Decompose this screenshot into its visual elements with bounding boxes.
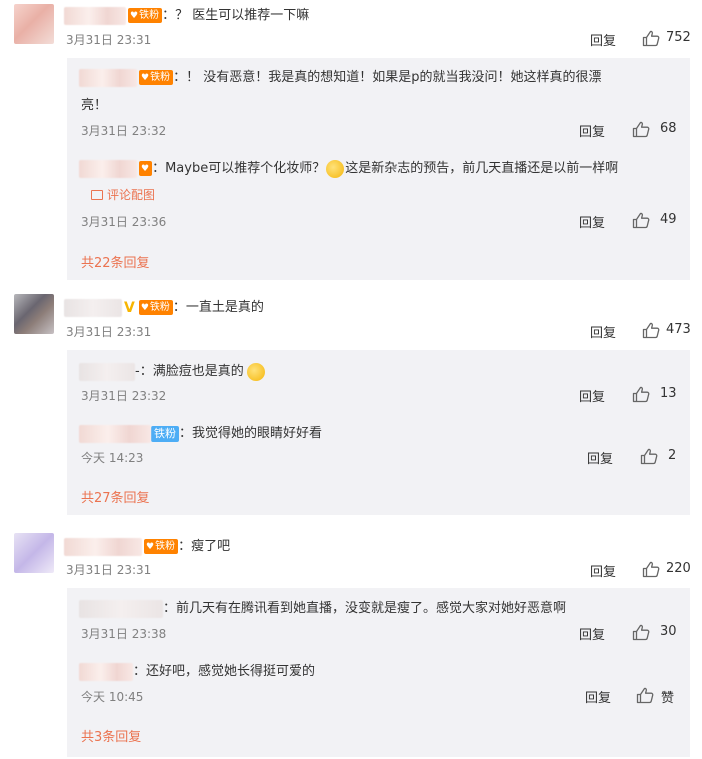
username[interactable] <box>64 6 126 25</box>
fan-badge[interactable]: ♥铁粉 <box>138 300 173 315</box>
reply-text: ：前几天有在腾讯看到她直播，没变就是瘦了。感觉大家对她好恶意啊 <box>163 601 567 616</box>
username[interactable] <box>79 362 135 381</box>
replies-box: ：前几天有在腾讯看到她直播，没变就是瘦了。感觉大家对她好恶意啊 3月31日 23… <box>67 588 690 757</box>
picture-icon <box>91 190 103 200</box>
username[interactable] <box>64 537 142 556</box>
thumbs-up-icon[interactable] <box>642 561 660 578</box>
badge-label: 铁粉 <box>139 10 160 21</box>
comment-time: 3月31日 23:31 <box>66 563 152 577</box>
thumbs-up-icon[interactable] <box>640 448 658 465</box>
comment-header: V ♥铁粉 ：一直土是真的 <box>64 296 264 317</box>
more-replies-link[interactable]: 共22条回复 <box>81 252 150 271</box>
fan-badge[interactable]: ♥ <box>139 161 153 176</box>
reply-button[interactable]: 回复 <box>587 448 613 467</box>
reply-text: ：Maybe可以推荐个化妆师？ <box>152 161 326 176</box>
username[interactable] <box>79 662 133 681</box>
comment-picture-link[interactable]: 评论配图 <box>91 186 155 203</box>
more-replies-link[interactable]: 共3条回复 <box>81 726 141 745</box>
reply-header: ：前几天有在腾讯看到她直播，没变就是瘦了。感觉大家对她好恶意啊 <box>79 597 566 618</box>
reply-time: 今天 14:23 <box>81 451 144 465</box>
like-count: 68 <box>660 121 677 136</box>
fan-badge[interactable]: ♥铁粉 <box>139 70 174 85</box>
reply-text: ：！ 没有恶意！我是真的想知道！如果是p的就当我没问！她这样真的很漂 <box>173 70 602 85</box>
reply-button[interactable]: 回复 <box>579 624 605 643</box>
like-count: 30 <box>660 624 677 639</box>
comment-text: ：一直土是真的 <box>172 300 264 315</box>
avatar[interactable] <box>14 533 54 573</box>
reply-button[interactable]: 回复 <box>585 687 611 706</box>
heart-icon: ♥ <box>141 164 150 174</box>
more-replies-link[interactable]: 共27条回复 <box>81 487 150 506</box>
username[interactable] <box>79 424 151 443</box>
reply-button[interactable]: 回复 <box>579 212 605 231</box>
reply-button[interactable]: 回复 <box>590 322 616 341</box>
reply-text: ：还好吧，感觉她长得挺可爱的 <box>133 664 316 679</box>
thumbs-up-icon[interactable] <box>636 687 654 704</box>
reply-button[interactable]: 回复 <box>590 30 616 49</box>
reply-header: ♥铁粉：！ 没有恶意！我是真的想知道！如果是p的就当我没问！她这样真的很漂 <box>79 66 601 87</box>
reply-button[interactable]: 回复 <box>590 561 616 580</box>
reply-button[interactable]: 回复 <box>579 121 605 140</box>
like-count: 49 <box>660 212 677 227</box>
reply-header: 铁粉 ：我觉得她的眼睛好好看 <box>79 422 322 443</box>
reply-header: ♥ ：Maybe可以推荐个化妆师？ 这是新杂志的预告，前几天直播还是以前一样啊 <box>79 157 618 178</box>
like-count: 13 <box>660 386 677 401</box>
comment-header: ♥铁粉：？ 医生可以推荐一下嘛 <box>64 4 309 25</box>
replies-box: ♥铁粉：！ 没有恶意！我是真的想知道！如果是p的就当我没问！她这样真的很漂 亮！… <box>67 58 690 280</box>
fan-badge[interactable]: ♥铁粉 <box>144 539 179 554</box>
fan-badge[interactable]: ♥铁粉 <box>128 8 163 23</box>
v-verified-icon: V <box>124 299 135 316</box>
heart-icon: ♥ <box>130 11 139 21</box>
reply-text-2: 这是新杂志的预告，前几天直播还是以前一样啊 <box>345 161 619 176</box>
username[interactable] <box>79 159 137 178</box>
comment-time: 3月31日 23:31 <box>66 325 152 339</box>
thumbs-up-icon[interactable] <box>642 322 660 339</box>
replies-box: -：满脸痘也是真的 3月31日 23:32 回复 13 铁粉 ：我觉得她的眼睛好好… <box>67 350 690 515</box>
comment-item: V ♥铁粉 ：一直土是真的 3月31日 23:31 回复 473 -：满脸痘也是真的… <box>0 290 702 525</box>
reply-text: -：满脸痘也是真的 <box>135 364 244 379</box>
reply-time: 3月31日 23:32 <box>81 124 167 138</box>
comment-text: ：？ 医生可以推荐一下嘛 <box>162 8 310 23</box>
badge-label: 铁粉 <box>155 541 176 552</box>
avatar[interactable] <box>14 294 54 334</box>
badge-label: 铁粉 <box>149 302 170 313</box>
heart-icon: ♥ <box>146 542 155 552</box>
comment-text: ：瘦了吧 <box>178 539 231 554</box>
comment-item: ♥铁粉：？ 医生可以推荐一下嘛 3月31日 23:31 回复 752 ♥铁粉：！… <box>0 0 702 290</box>
username[interactable] <box>79 599 163 618</box>
thumbs-up-icon[interactable] <box>632 121 650 138</box>
emoji-icon <box>326 159 345 178</box>
reply-text-cont: 亮！ <box>81 98 108 113</box>
like-count: 2 <box>668 448 677 463</box>
thumbs-up-icon[interactable] <box>632 386 650 403</box>
like-count: 473 <box>666 322 691 337</box>
picture-link-label: 评论配图 <box>107 188 156 202</box>
avatar[interactable] <box>14 4 54 44</box>
thumbs-up-icon[interactable] <box>632 212 650 229</box>
username[interactable] <box>64 298 122 317</box>
reply-text: ：我觉得她的眼睛好好看 <box>179 426 323 441</box>
username[interactable] <box>79 68 137 87</box>
like-count: 220 <box>666 561 691 576</box>
heart-icon: ♥ <box>140 303 149 313</box>
comment-time: 3月31日 23:31 <box>66 33 152 47</box>
like-count: 752 <box>666 30 691 45</box>
reply-time: 3月31日 23:32 <box>81 389 167 403</box>
reply-button[interactable]: 回复 <box>579 386 605 405</box>
reply-time: 今天 10:45 <box>81 690 144 704</box>
reply-header: -：满脸痘也是真的 <box>79 360 266 381</box>
heart-icon: ♥ <box>141 73 150 83</box>
emoji-icon <box>246 362 265 381</box>
comment-item: ♥铁粉 ：瘦了吧 3月31日 23:31 回复 220 ：前几天有在腾讯看到她直播… <box>0 525 702 759</box>
thumbs-up-icon[interactable] <box>642 30 660 47</box>
reply-header: ：还好吧，感觉她长得挺可爱的 <box>79 660 315 681</box>
reply-time: 3月31日 23:38 <box>81 627 167 641</box>
reply-time: 3月31日 23:36 <box>81 215 167 229</box>
comment-header: ♥铁粉 ：瘦了吧 <box>64 535 230 556</box>
fan-badge[interactable]: 铁粉 <box>151 425 179 442</box>
badge-label: 铁粉 <box>150 72 171 83</box>
thumbs-up-icon[interactable] <box>632 624 650 641</box>
like-count: 赞 <box>661 691 675 706</box>
